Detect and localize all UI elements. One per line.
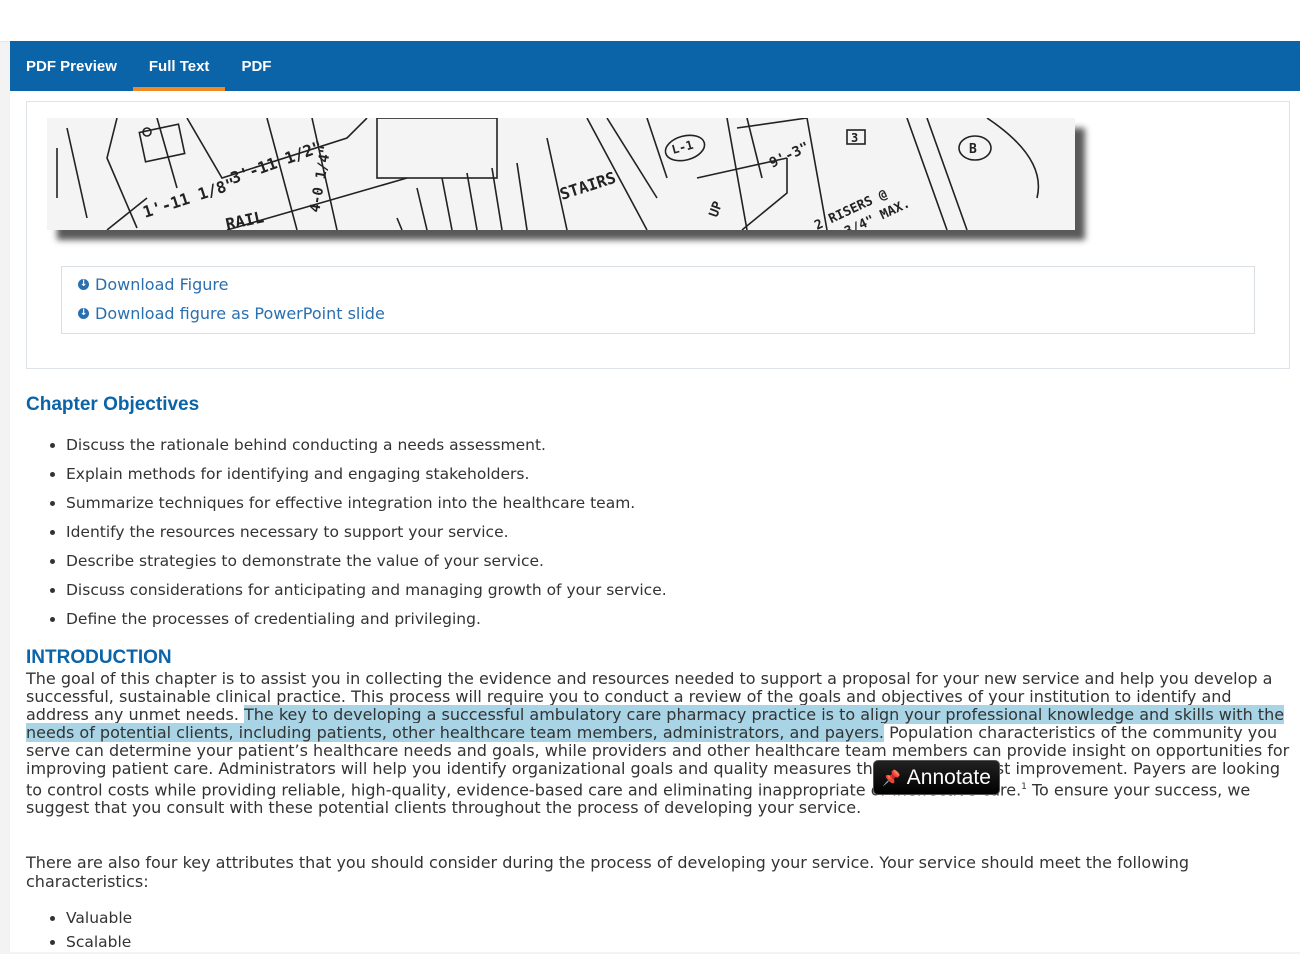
list-item: Scalable (66, 930, 132, 954)
download-powerpoint-link[interactable]: ↓ Download figure as PowerPoint slide (78, 304, 385, 323)
download-powerpoint-label: Download figure as PowerPoint slide (95, 304, 385, 323)
figure-panel: STAIRS L-1 B 3 9'-3" 3'-11 1/2" 1'-11 1/… (26, 101, 1290, 369)
download-circle-icon: ↓ (78, 279, 89, 290)
sketch-label-3: 3 (851, 131, 858, 145)
tab-pdf-preview[interactable]: PDF Preview (10, 41, 133, 91)
download-figure-label: Download Figure (95, 275, 229, 294)
annotate-label: Annotate (906, 765, 991, 789)
list-item: Describe strategies to demonstrate the v… (66, 547, 667, 576)
blueprint-sketch: STAIRS L-1 B 3 9'-3" 3'-11 1/2" 1'-11 1/… (47, 117, 1075, 240)
sketch-label-b: B (969, 142, 977, 157)
full-text-content: STAIRS L-1 B 3 9'-3" 3'-11 1/2" 1'-11 1/… (10, 91, 1300, 952)
list-item: Explain methods for identifying and enga… (66, 460, 667, 489)
list-item: Discuss the rationale behind conducting … (66, 431, 667, 460)
attributes-paragraph: There are also four key attributes that … (26, 853, 1190, 891)
pushpin-icon: 📌 (882, 769, 901, 787)
download-circle-icon: ↓ (78, 308, 89, 319)
top-strip (0, 0, 1300, 42)
download-figure-link[interactable]: ↓ Download Figure (78, 275, 228, 294)
introduction-paragraph: The goal of this chapter is to assist yo… (26, 670, 1290, 817)
attributes-list: Valuable Scalable (26, 906, 132, 954)
list-item: Discuss considerations for anticipating … (66, 576, 667, 605)
tab-pdf[interactable]: PDF (225, 41, 287, 91)
annotate-button[interactable]: 📌 Annotate (873, 760, 1000, 795)
tab-full-text[interactable]: Full Text (132, 41, 226, 91)
list-item: Define the processes of credentialing an… (66, 605, 667, 634)
figure-download-links: ↓ Download Figure ↓ Download figure as P… (61, 266, 1255, 334)
list-item: Valuable (66, 906, 132, 930)
chapter-objectives-heading: Chapter Objectives (26, 394, 200, 415)
introduction-heading: INTRODUCTION (26, 647, 172, 668)
content-tabs: PDF Preview Full Text PDF (10, 41, 1300, 91)
list-item: Summarize techniques for effective integ… (66, 489, 667, 518)
blueprint-figure[interactable]: STAIRS L-1 B 3 9'-3" 3'-11 1/2" 1'-11 1/… (47, 117, 1075, 240)
list-item: Identify the resources necessary to supp… (66, 518, 667, 547)
objectives-list: Discuss the rationale behind conducting … (26, 431, 667, 634)
